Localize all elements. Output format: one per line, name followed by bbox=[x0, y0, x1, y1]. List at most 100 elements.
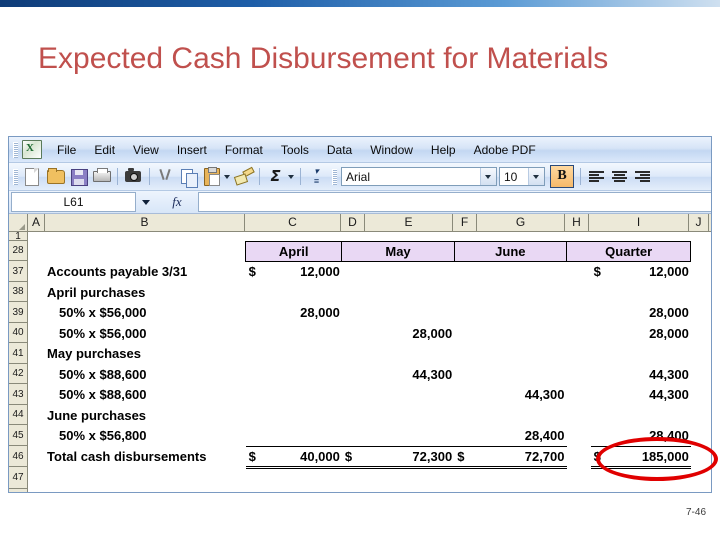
cell-c40-currency[interactable] bbox=[246, 323, 268, 343]
cell-j42[interactable] bbox=[691, 364, 711, 384]
cell-g40-currency[interactable] bbox=[454, 323, 478, 343]
row-header-28[interactable]: 28 bbox=[9, 241, 27, 261]
row-header-42[interactable]: 42 bbox=[9, 364, 27, 384]
cell-june-42[interactable] bbox=[478, 364, 566, 384]
cell-june-39[interactable] bbox=[478, 302, 566, 323]
row-header-41[interactable]: 41 bbox=[9, 343, 27, 364]
row-label-accounts-payable[interactable]: Accounts payable 3/31 bbox=[45, 261, 246, 282]
align-left-icon[interactable] bbox=[586, 166, 607, 187]
cell-e43-currency[interactable] bbox=[342, 384, 366, 405]
cell-april-41[interactable] bbox=[268, 343, 342, 364]
menu-item-tools[interactable]: Tools bbox=[272, 141, 318, 159]
row-label-may-purchases[interactable]: May purchases bbox=[45, 343, 246, 364]
cell-i41-currency[interactable] bbox=[591, 343, 615, 364]
cell-quarter-46[interactable]: 185,000 bbox=[614, 445, 691, 469]
font-name-combo[interactable]: Arial bbox=[341, 167, 497, 186]
cell-h38[interactable] bbox=[567, 282, 591, 302]
cell-j38[interactable] bbox=[691, 282, 711, 302]
menu-grip[interactable] bbox=[13, 141, 18, 158]
cell-april-38[interactable] bbox=[268, 282, 342, 302]
cell-e42-currency[interactable] bbox=[342, 364, 366, 384]
align-center-icon[interactable] bbox=[609, 166, 630, 187]
cell-a43[interactable] bbox=[28, 384, 45, 405]
cell-may-38[interactable] bbox=[366, 282, 454, 302]
cell-june-45[interactable]: 28,400 bbox=[478, 425, 566, 446]
row-label-june-purchases[interactable]: June purchases bbox=[45, 405, 246, 425]
row-header-47[interactable]: 47 bbox=[9, 467, 27, 489]
cell-i42-currency[interactable] bbox=[591, 364, 615, 384]
cell-june-37[interactable] bbox=[478, 261, 566, 282]
menu-item-edit[interactable]: Edit bbox=[85, 141, 124, 159]
cell-h42[interactable] bbox=[567, 364, 591, 384]
cell-a38[interactable] bbox=[28, 282, 45, 302]
cell-may-46[interactable]: 72,300 bbox=[365, 445, 455, 469]
insert-function-icon[interactable]: fx bbox=[156, 191, 198, 213]
row-header-39[interactable]: 39 bbox=[9, 302, 27, 323]
cell-a40[interactable] bbox=[28, 323, 45, 343]
cell-j40[interactable] bbox=[691, 323, 711, 343]
cell-a39[interactable] bbox=[28, 302, 45, 323]
cell-j44[interactable] bbox=[691, 405, 711, 425]
row-header-43[interactable]: 43 bbox=[9, 384, 27, 405]
cell-j46[interactable] bbox=[691, 446, 711, 467]
header-june[interactable]: June bbox=[453, 240, 568, 262]
cell-g39-currency[interactable] bbox=[454, 302, 478, 323]
open-icon[interactable] bbox=[45, 166, 66, 187]
row-header-38[interactable]: 38 bbox=[9, 282, 27, 302]
font-name-chevron-down-icon[interactable] bbox=[480, 168, 496, 185]
cell-quarter-45[interactable]: 28,400 bbox=[615, 425, 691, 446]
cell-a42[interactable] bbox=[28, 364, 45, 384]
header-april[interactable]: April bbox=[245, 240, 343, 262]
cell-quarter-44[interactable] bbox=[615, 405, 691, 425]
cell-may-37[interactable] bbox=[366, 261, 454, 282]
cell-june-41[interactable] bbox=[478, 343, 566, 364]
name-box[interactable]: L61 bbox=[11, 192, 136, 212]
cell-a28[interactable] bbox=[28, 241, 45, 261]
cell-e44-currency[interactable] bbox=[342, 405, 366, 425]
cell-h39[interactable] bbox=[567, 302, 591, 323]
cell-may-44[interactable] bbox=[366, 405, 454, 425]
header-may[interactable]: May bbox=[341, 240, 455, 262]
cell-j43[interactable] bbox=[691, 384, 711, 405]
cell-i46-currency[interactable]: $ bbox=[590, 445, 615, 469]
menu-item-file[interactable]: File bbox=[48, 141, 85, 159]
print-icon[interactable] bbox=[91, 166, 112, 187]
cell-may-42[interactable]: 44,300 bbox=[366, 364, 454, 384]
toolbar-grip[interactable] bbox=[13, 168, 18, 185]
cell-c42-currency[interactable] bbox=[246, 364, 268, 384]
cell-h45[interactable] bbox=[567, 425, 591, 446]
row-label-april-purchases[interactable]: April purchases bbox=[45, 282, 246, 302]
menu-item-insert[interactable]: Insert bbox=[168, 141, 216, 159]
cell-e39-currency[interactable] bbox=[342, 302, 366, 323]
cell-quarter-38[interactable] bbox=[615, 282, 691, 302]
cell-c37-currency[interactable]: $ bbox=[246, 261, 268, 282]
column-header-d[interactable]: D bbox=[341, 214, 365, 231]
column-header-i[interactable]: I bbox=[589, 214, 689, 231]
cell-a44[interactable] bbox=[28, 405, 45, 425]
cell-c43-currency[interactable] bbox=[246, 384, 268, 405]
column-header-c[interactable]: C bbox=[245, 214, 341, 231]
cell-g38-currency[interactable] bbox=[454, 282, 478, 302]
sort-icon[interactable]: ▾ ≡ bbox=[306, 166, 327, 187]
column-header-g[interactable]: G bbox=[477, 214, 565, 231]
row-label-april-50-1[interactable]: 50% x $56,000 bbox=[45, 302, 246, 323]
cell-quarter-41[interactable] bbox=[615, 343, 691, 364]
column-header-a[interactable]: A bbox=[28, 214, 45, 231]
cell-april-44[interactable] bbox=[268, 405, 342, 425]
cell-i45-currency[interactable] bbox=[591, 425, 615, 446]
cell-e38-currency[interactable] bbox=[342, 282, 366, 302]
cell-h44[interactable] bbox=[567, 405, 591, 425]
align-right-icon[interactable] bbox=[632, 166, 653, 187]
cell-april-37[interactable]: 12,000 bbox=[268, 261, 342, 282]
cell-may-40[interactable]: 28,000 bbox=[366, 323, 454, 343]
cell-j45[interactable] bbox=[691, 425, 711, 446]
cell-h41[interactable] bbox=[567, 343, 591, 364]
cell-g37-currency[interactable] bbox=[454, 261, 478, 282]
cell-june-46[interactable]: 72,700 bbox=[478, 445, 567, 469]
cut-icon[interactable] bbox=[155, 166, 176, 187]
cell-may-39[interactable] bbox=[366, 302, 454, 323]
font-size-combo[interactable]: 10 bbox=[499, 167, 545, 186]
cell-a46[interactable] bbox=[28, 446, 45, 467]
cell-a37[interactable] bbox=[28, 261, 45, 282]
menu-item-format[interactable]: Format bbox=[216, 141, 272, 159]
